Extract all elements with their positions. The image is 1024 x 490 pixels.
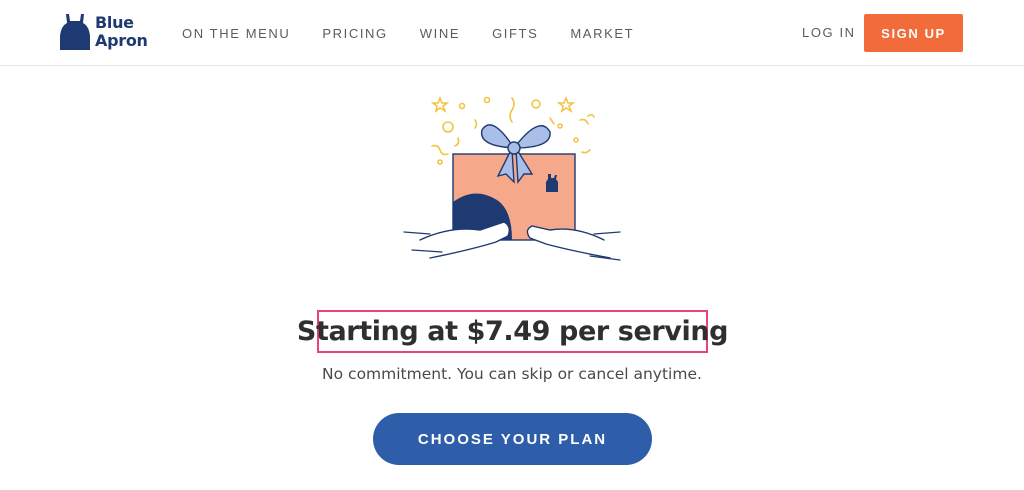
apron-icon [60,14,90,50]
nav-item-on-the-menu[interactable]: ON THE MENU [182,26,290,41]
choose-plan-button[interactable]: CHOOSE YOUR PLAN [373,413,652,465]
login-link[interactable]: LOG IN [802,25,856,40]
logo-line-2: Apron [95,31,148,50]
logo-wordmark: Blue Apron [95,14,148,50]
nav-item-wine[interactable]: WINE [420,26,460,41]
nav-item-pricing[interactable]: PRICING [322,26,387,41]
logo-line-1: Blue [95,13,134,32]
nav-item-gifts[interactable]: GIFTS [492,26,538,41]
price-headline: Starting at $7.49 per serving [297,310,728,353]
gift-box-icon [400,90,624,270]
commitment-subtext: No commitment. You can skip or cancel an… [322,365,702,383]
main-nav: ON THE MENU PRICING WINE GIFTS MARKET [182,0,666,66]
blue-apron-logo[interactable]: Blue Apron [58,10,148,54]
nav-item-market[interactable]: MARKET [570,26,634,41]
site-header: Blue Apron ON THE MENU PRICING WINE GIFT… [0,0,1024,66]
signup-button[interactable]: SIGN UP [864,14,963,52]
